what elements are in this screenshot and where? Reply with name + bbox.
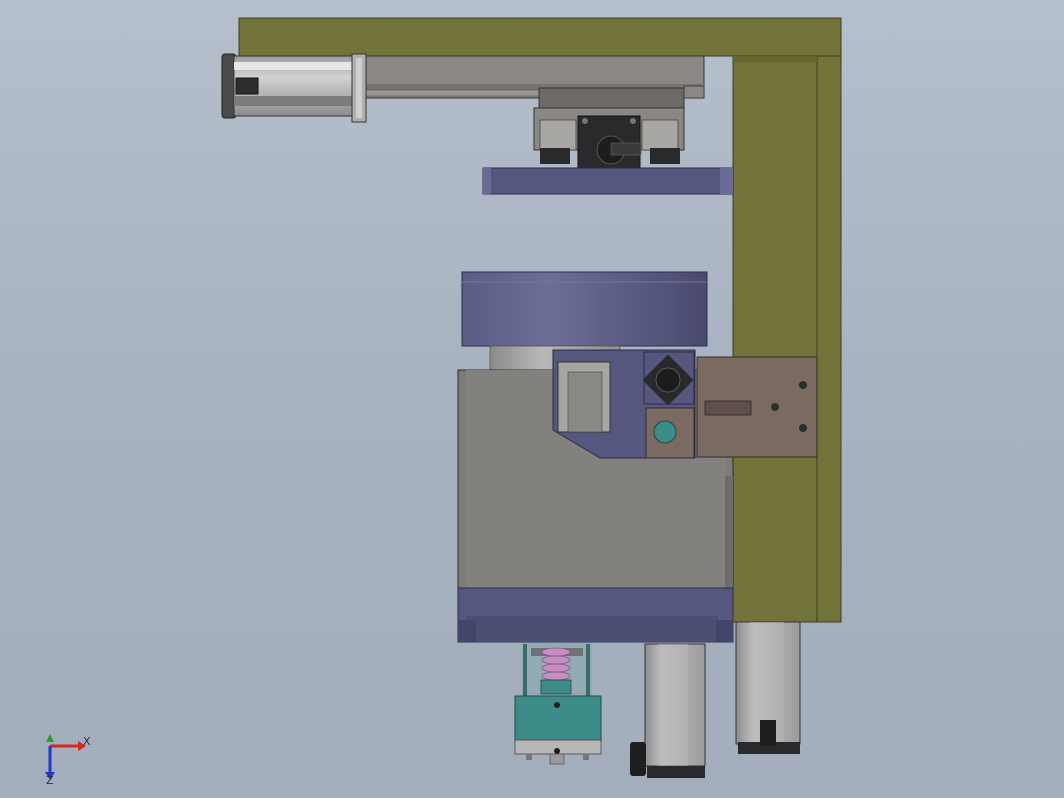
x-axis-label: X [83,735,91,748]
z-axis-label: Z [46,774,54,787]
frame-top-beam[interactable] [238,17,842,57]
blue-mount-plate[interactable] [482,167,734,195]
vertical-motor-center[interactable] [630,643,706,778]
y-axis-arrow [46,734,54,742]
spring-coupling[interactable] [522,642,592,702]
teal-hub[interactable] [514,695,602,765]
vertical-motor-right[interactable] [735,621,801,754]
linear-module[interactable] [363,55,705,109]
frame-vertical-column[interactable] [732,55,842,623]
cad-viewport[interactable]: X Z [0,0,1064,798]
column-bracket[interactable] [696,356,818,458]
axis-triad: X Z [45,734,91,787]
teal-sensor[interactable] [653,420,677,444]
horizontal-servo-motor[interactable] [221,53,367,123]
clamp-bracket[interactable] [552,349,696,459]
